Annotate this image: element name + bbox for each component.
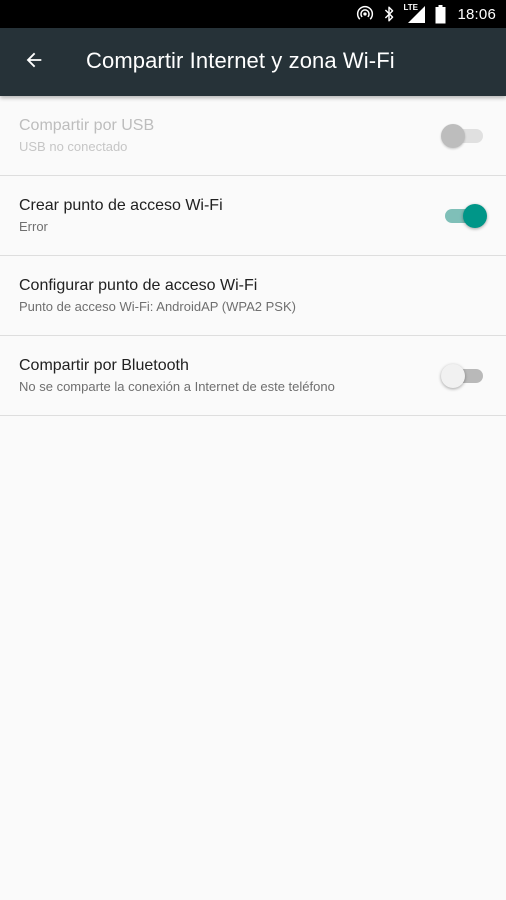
lte-signal-icon: LTE [403,3,426,24]
arrow-back-icon [23,49,45,76]
back-button[interactable] [12,40,56,84]
pref-summary: Punto de acceso Wi-Fi: AndroidAP (WPA2 P… [19,299,296,314]
page-title: Compartir Internet y zona Wi-Fi [86,48,395,73]
pref-summary: No se comparte la conexión a Internet de… [19,379,335,394]
switch-thumb [441,364,465,388]
wifi-hotspot-switch[interactable] [445,204,487,228]
pref-wifi-hotspot[interactable]: Crear punto de acceso Wi-Fi Error [0,176,506,256]
pref-summary: USB no conectado [19,139,128,154]
pref-title: Compartir por USB [19,117,155,134]
status-time: 18:06 [457,5,496,23]
switch-thumb [441,124,465,148]
bluetooth-icon [383,5,395,23]
battery-icon [435,4,446,24]
usb-tethering-switch [441,124,483,148]
preferences-list: Compartir por USB USB no conectado Crear… [0,96,506,416]
pref-configure-hotspot[interactable]: Configurar punto de acceso Wi-Fi Punto d… [0,256,506,336]
pref-usb-tethering: Compartir por USB USB no conectado [0,96,506,176]
status-icons: LTE 18:06 [356,0,496,28]
pref-summary: Error [19,219,48,234]
pref-title: Crear punto de acceso Wi-Fi [19,197,223,214]
pref-title: Configurar punto de acceso Wi-Fi [19,277,258,294]
toolbar: Compartir Internet y zona Wi-Fi [0,28,506,96]
switch-thumb [463,204,487,228]
bluetooth-tethering-switch[interactable] [441,364,483,388]
hotspot-icon [356,5,374,23]
status-bar: LTE 18:06 [0,0,506,28]
pref-title: Compartir por Bluetooth [19,357,189,374]
pref-bluetooth-tethering[interactable]: Compartir por Bluetooth No se comparte l… [0,336,506,416]
lte-label: LTE [403,3,418,12]
screen: LTE 18:06 Compartir Internet y zona Wi-F… [0,0,506,900]
